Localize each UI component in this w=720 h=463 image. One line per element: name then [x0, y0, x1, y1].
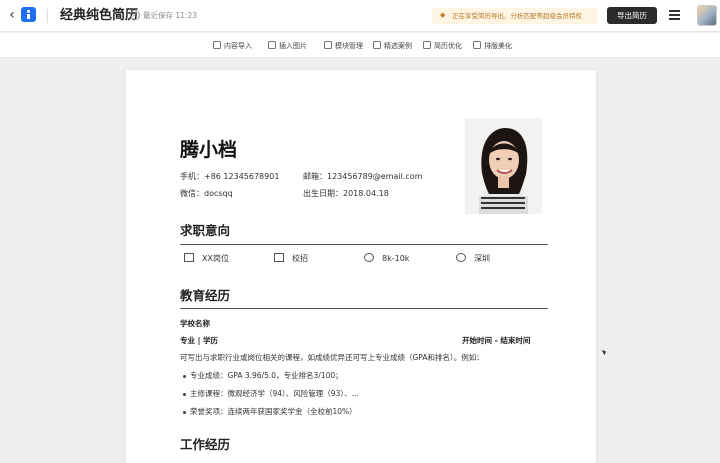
- edu-bullet[interactable]: 专业成绩：GPA 3.96/5.0，专业排名3/100；: [190, 370, 343, 381]
- intent-type[interactable]: 校招: [274, 253, 308, 265]
- import-content-button[interactable]: 内容导入: [213, 40, 252, 52]
- check-icon: ✓: [130, 10, 140, 20]
- briefcase-icon: [184, 253, 194, 262]
- import-icon: [213, 41, 221, 49]
- editor-toolbar: 内容导入 插入图片 模块管理 精选案例 简历优化 排版美化: [0, 33, 720, 58]
- optimize-button[interactable]: 简历优化: [423, 40, 462, 52]
- profile-photo[interactable]: [465, 118, 542, 214]
- beautify-button[interactable]: 排版美化: [473, 40, 512, 52]
- intent-position[interactable]: XX岗位: [184, 253, 229, 265]
- user-avatar[interactable]: [697, 5, 717, 26]
- section-title-intent[interactable]: 求职意向: [180, 223, 230, 239]
- intent-salary-value: 8k-10k: [382, 254, 410, 263]
- section-title-education[interactable]: 教育经历: [180, 288, 230, 304]
- section-divider: [180, 308, 548, 309]
- promo-text: 正在享受简历导出、分析匹配等超级会员特权: [452, 12, 582, 20]
- phone-field[interactable]: 手机：+86 12345678901: [180, 171, 279, 182]
- intent-city[interactable]: 深圳: [456, 253, 490, 265]
- top-bar: ‹ 经典纯色简历 ✓ 最近保存 11:23 ◆ 正在享受简历导出、分析匹配等超级…: [0, 0, 720, 32]
- birth-field[interactable]: 出生日期：2018.04.18: [303, 188, 389, 199]
- tool-label: 内容导入: [224, 42, 252, 50]
- tool-label: 排版美化: [484, 42, 512, 50]
- diamond-icon: ◆: [440, 11, 446, 19]
- intent-city-value: 深圳: [474, 254, 490, 263]
- intent-salary[interactable]: 8k-10k: [364, 253, 409, 265]
- bullet-dot: [183, 375, 186, 378]
- app-logo-icon[interactable]: [21, 7, 36, 22]
- document-title[interactable]: 经典纯色简历: [60, 7, 138, 25]
- major-degree[interactable]: 专业 | 学历: [180, 335, 218, 346]
- intent-position-value: XX岗位: [202, 254, 229, 263]
- section-title-work[interactable]: 工作经历: [180, 437, 230, 453]
- location-icon: [456, 253, 466, 262]
- divider: [47, 9, 48, 23]
- beautify-icon: [473, 41, 481, 49]
- wechat-field[interactable]: 微信：docsqq: [180, 188, 233, 199]
- mouse-cursor: [601, 348, 608, 356]
- tool-label: 模块管理: [335, 42, 363, 50]
- insert-image-button[interactable]: 插入图片: [268, 40, 307, 52]
- module-manage-button[interactable]: 模块管理: [324, 40, 363, 52]
- resume-name[interactable]: 腾小档: [180, 138, 237, 162]
- person-icon: [274, 253, 284, 262]
- bullet-dot: [183, 411, 186, 414]
- intent-type-value: 校招: [292, 254, 308, 263]
- bullet-dot: [183, 393, 186, 396]
- edu-period[interactable]: 开始时间 - 结束时间: [462, 335, 530, 346]
- image-icon: [268, 41, 276, 49]
- save-status: 最近保存 11:23: [143, 11, 197, 20]
- resume-page: 腾小档 手机：+86 12345678901 邮箱：123456789@emai…: [126, 70, 596, 463]
- examples-button[interactable]: 精选案例: [373, 40, 412, 52]
- vip-promo-banner[interactable]: ◆ 正在享受简历导出、分析匹配等超级会员特权: [432, 8, 598, 24]
- tool-label: 插入图片: [279, 42, 307, 50]
- section-divider: [180, 244, 548, 245]
- examples-icon: [373, 41, 381, 49]
- edu-description[interactable]: 可写出与求职行业或岗位相关的课程，如成绩优异还可写上专业成绩（GPA和排名）。例…: [180, 352, 484, 363]
- school-name[interactable]: 学校名称: [180, 318, 210, 329]
- email-field[interactable]: 邮箱：123456789@email.com: [303, 171, 423, 182]
- export-resume-button[interactable]: 导出简历: [607, 7, 657, 24]
- modules-icon: [324, 41, 332, 49]
- menu-icon[interactable]: [669, 10, 680, 20]
- optimize-icon: [423, 41, 431, 49]
- tool-label: 简历优化: [434, 42, 462, 50]
- edu-bullet[interactable]: 荣誉奖项：连续两年获国家奖学金（全校前10%）: [190, 406, 357, 417]
- edu-bullet[interactable]: 主修课程：微观经济学（94）、风险管理（93）、...: [190, 388, 359, 399]
- money-icon: [364, 253, 374, 262]
- tool-label: 精选案例: [384, 42, 412, 50]
- back-icon[interactable]: ‹: [5, 6, 19, 24]
